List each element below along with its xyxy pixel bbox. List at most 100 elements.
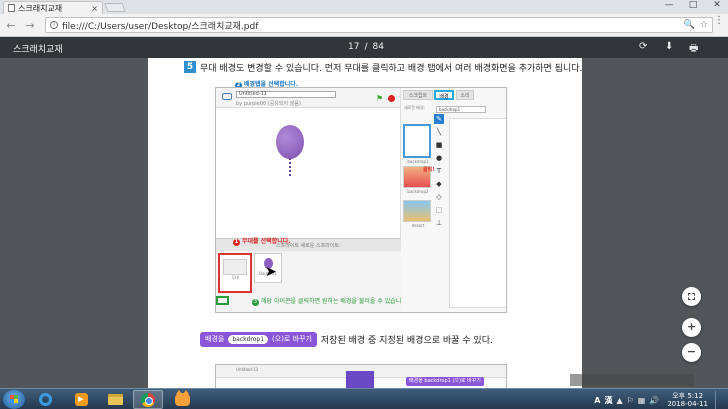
forward-button[interactable]: →: [22, 19, 38, 32]
callout-text: 무대를 선택합니다.: [242, 238, 291, 245]
callout-select-stage: 1 무대를 선택합니다.: [233, 236, 291, 246]
backdrop-thumb-3: [403, 200, 431, 222]
looks-category-menu: [346, 371, 374, 388]
back-button[interactable]: ←: [3, 19, 19, 32]
callout-number: 1: [233, 239, 240, 246]
document-icon: [8, 4, 15, 12]
paint-tools: ✎ ╲ ■ ● T ◆ ◇ ⬚ ⊥: [434, 114, 446, 231]
browser-toolbar: ← → C i file:///C:/Users/user/Desktop/스크…: [0, 14, 728, 37]
page-separator: /: [364, 42, 368, 52]
taskbar-chrome[interactable]: [133, 390, 163, 409]
block-example: 배경을 backdrop1 (으)로 바꾸기 저장된 배경 중 지정된 배경으로…: [200, 331, 493, 347]
stage-thumbnail: 무대: [218, 253, 252, 293]
minimize-button[interactable]: —: [662, 0, 676, 10]
scratch-logo-icon: [222, 93, 232, 100]
block-description: 저장된 배경 중 지정된 배경으로 바꿀 수 있다.: [320, 335, 493, 346]
tab-close-button[interactable]: ×: [91, 4, 98, 13]
tab-backdrops: 배경: [434, 90, 454, 100]
taskbar-explorer[interactable]: [100, 390, 130, 409]
volume-icon[interactable]: 🔊: [649, 396, 659, 405]
scratch-screenshot: Untitled-11 by purple00 (공유되지 않음) ⚑ 스프라이…: [215, 87, 507, 313]
start-button[interactable]: [3, 390, 25, 409]
stamp-tool-icon: ⊥: [435, 219, 443, 227]
network-icon[interactable]: ▦: [638, 396, 646, 405]
backdrop-thumb-1: [403, 124, 431, 158]
text-tool-icon: T: [436, 167, 442, 175]
stage-header: Untitled-11 by purple00 (공유되지 않음) ⚑: [216, 88, 400, 108]
stop-icon: [388, 95, 395, 102]
zoom-in-button[interactable]: +: [682, 318, 701, 337]
flag-icon[interactable]: ⚐: [627, 396, 634, 405]
block-dropdown: backdrop1: [228, 334, 269, 344]
info-icon[interactable]: i: [50, 21, 58, 29]
stage-label: 무대: [231, 275, 239, 280]
scratch-screenshot-2: Untitled-11 배경을 backdrop1 (으)로 바꾸기: [215, 364, 507, 388]
hanja-indicator[interactable]: 漢: [604, 395, 612, 406]
taskbar-scratch[interactable]: [167, 390, 197, 409]
line-tool-icon: ╲: [436, 128, 442, 136]
screenshot-2-block: 배경을 backdrop1 (으)로 바꾸기: [406, 377, 484, 386]
taskbar-media[interactable]: ▶: [66, 390, 96, 409]
brush-tool-icon: ✎: [434, 114, 444, 124]
clock-time: 오후 5:12: [672, 392, 704, 400]
clock[interactable]: 오후 5:12 2018-04-11: [667, 392, 708, 408]
address-bar[interactable]: i file:///C:/Users/user/Desktop/스크래치교재.p…: [45, 17, 713, 33]
switch-backdrop-block: 배경을 backdrop1 (으)로 바꾸기: [200, 331, 317, 347]
callout-load-backdrop: 3 해당 아이콘을 클릭하면 원하는 배경을 불러올 수 있습니다.: [252, 296, 409, 306]
media-icon: ▶: [74, 393, 88, 406]
menu-icon[interactable]: ⋮: [714, 16, 724, 26]
new-tab-button[interactable]: [104, 3, 126, 12]
stage-thumbnail-image: [223, 259, 247, 275]
balloon-string: [289, 158, 291, 176]
ime-indicator[interactable]: A: [594, 396, 600, 405]
show-desktop-button[interactable]: [715, 391, 722, 409]
fit-page-icon: [688, 293, 695, 300]
ghost-tooltip: [570, 374, 694, 386]
folder-icon: [107, 394, 123, 405]
close-window-button[interactable]: ✕: [710, 0, 724, 10]
taskbar-ie[interactable]: [30, 390, 60, 409]
ellipse-tool-icon: ●: [435, 154, 443, 162]
current-page[interactable]: 17: [348, 42, 359, 52]
windows-logo-icon: [10, 395, 18, 403]
project-author: by purple00 (공유되지 않음): [236, 101, 301, 107]
tab-scripts: 스크립트: [403, 90, 433, 100]
tray-expand-icon[interactable]: ▲: [616, 396, 622, 405]
backdrop-name-field: backdrop1: [436, 106, 486, 113]
fill-tool-icon: ◆: [436, 180, 442, 188]
system-tray: A 漢 ▲ ⚐ ▦ 🔊 오후 5:12 2018-04-11: [594, 391, 722, 409]
zoom-icon[interactable]: 🔍: [684, 20, 695, 30]
print-icon[interactable]: 🖶: [689, 41, 698, 58]
maximize-button[interactable]: □: [686, 0, 700, 10]
tab-title: 스크래치교재: [18, 3, 63, 13]
page-indicator: 17 / 84: [348, 42, 384, 52]
paint-icon-highlight: [216, 296, 229, 305]
bookmark-star-icon[interactable]: ☆: [700, 20, 708, 30]
fit-to-page-button[interactable]: [682, 287, 701, 306]
scratch-icon: [174, 390, 190, 406]
clock-date: 2018-04-11: [667, 400, 708, 408]
chrome-icon: [141, 392, 155, 407]
backdrop-label-3: desert: [411, 223, 425, 228]
block-prefix: 배경을: [205, 335, 225, 343]
total-pages: 84: [372, 42, 384, 52]
new-backdrop-label: 새로운 배경:: [404, 105, 426, 110]
block-suffix: (으)로 바꾸기: [272, 335, 312, 343]
url-text[interactable]: file:///C:/Users/user/Desktop/스크래치교재.pdf: [62, 19, 679, 32]
tab-strip: 스크래치교재 × — □ ✕: [0, 0, 728, 14]
download-icon[interactable]: ⬇: [665, 41, 673, 52]
rotate-icon[interactable]: ⟳: [639, 41, 647, 52]
windows-taskbar: ▶ A 漢 ▲ ⚐ ▦ 🔊 오후 5:12 2018-04-11: [0, 388, 728, 409]
window-controls: — □ ✕: [662, 0, 724, 10]
backdrop-list: 새로운 배경: backdrop1 backdrop2 desert: [401, 104, 433, 312]
backdrop-label-2: backdrop2: [407, 189, 429, 194]
zoom-out-button[interactable]: −: [682, 343, 701, 362]
step-instruction: 무대 배경도 변경할 수 있습니다. 먼저 무대를 클릭하고 배경 탭에서 여러…: [200, 64, 583, 74]
pdf-title: 스크래치교재: [13, 45, 63, 55]
paint-canvas: [449, 118, 506, 308]
select-tool-icon: ⬚: [435, 206, 443, 214]
project-name: Untitled-11: [236, 91, 336, 98]
scratch-stage: Untitled-11 by purple00 (공유되지 않음) ⚑: [216, 88, 401, 238]
balloon-sprite: [276, 125, 304, 159]
browser-tab[interactable]: 스크래치교재 ×: [3, 1, 103, 14]
